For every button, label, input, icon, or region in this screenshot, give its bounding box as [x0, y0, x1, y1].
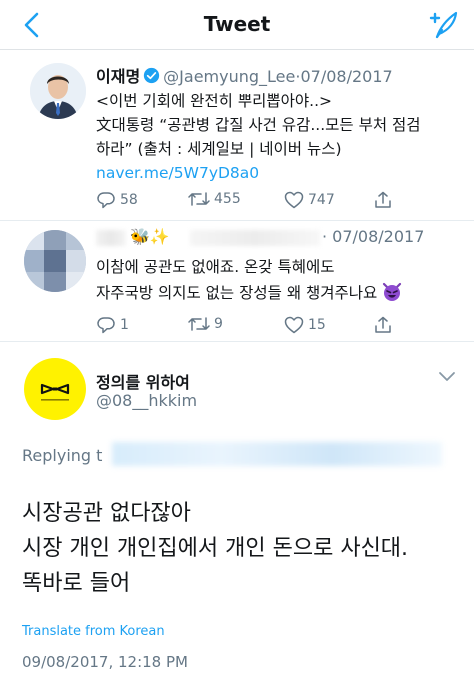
tweet-text-line: 시장공관 없다잖아 [22, 501, 191, 526]
header-bar: Tweet [0, 0, 474, 50]
heart-icon [284, 191, 304, 209]
reply-count: 58 [120, 192, 138, 208]
bowtie-logo-icon [40, 383, 70, 401]
tweet-text-line: 이참에 공관도 없애죠. 온갖 특혜에도 [96, 258, 335, 276]
avatar[interactable] [24, 358, 86, 420]
share-icon [375, 191, 391, 208]
retweet-button[interactable]: 9 [188, 316, 223, 332]
reply-button[interactable]: 58 [96, 191, 138, 209]
quoted-tweet-header: 이재명 @Jaemyung_Lee·07/08/2017 [96, 63, 466, 87]
tweet-text-line: 자주국방 의지도 없는 장성들 왜 챙겨주나요 [96, 280, 466, 306]
avatar[interactable] [24, 230, 86, 292]
blurred-user-name [96, 230, 126, 246]
like-button[interactable]: 15 [284, 316, 326, 334]
heart-icon [284, 316, 304, 334]
tweet-link[interactable]: naver.me/5W7yD8a0 [96, 161, 466, 185]
tweet-text-line: 시장 개인 개인집에서 개인 돈으로 사신대. [22, 536, 409, 561]
tweet-text-line-content: 자주국방 의지도 없는 장성들 왜 챙겨주나요 [96, 284, 378, 302]
share-button[interactable] [374, 316, 392, 334]
user-handle[interactable]: @Jaemyung_Lee [163, 67, 295, 86]
tweet-actions: 58 455 747 [96, 191, 396, 215]
page-title: Tweet [203, 12, 271, 36]
reply-tweet[interactable]: 🐝✨ · 07/08/2017 이참에 공관도 없애죠. 온갖 특혜에도 자주국… [0, 222, 474, 342]
like-count: 747 [308, 192, 335, 208]
blurred-user-handle [190, 230, 320, 246]
user-name[interactable]: 이재명 [96, 67, 140, 86]
chevron-down-icon[interactable] [438, 371, 456, 383]
smiling-devil-emoji-icon [383, 282, 402, 301]
retweet-count: 9 [214, 316, 223, 332]
replying-to-label: Replying t [22, 446, 103, 465]
retweet-button[interactable]: 455 [188, 191, 241, 207]
like-button[interactable]: 747 [284, 191, 335, 209]
tweet-text: <이번 기회에 완전히 뿌리뽑아야..> 文대통령 “공관병 갑질 사건 유감.… [96, 89, 466, 185]
tweet-text-line: 하라” (출처 : 세계일보 | 네이버 뉴스) [96, 140, 342, 158]
tweet-text-line: 文대통령 “공관병 갑질 사건 유감...모든 부처 점검 [96, 116, 421, 134]
retweet-icon [188, 192, 210, 206]
retweet-icon [188, 317, 210, 331]
profile-photo-icon [30, 63, 86, 119]
main-tweet-text: 시장공관 없다잖아 시장 개인 개인집에서 개인 돈으로 사신대. 똑바로 들어 [22, 496, 462, 601]
user-name[interactable]: 정의를 위하여 [96, 369, 190, 393]
share-button[interactable] [374, 191, 392, 209]
tweet-text-line: 똑바로 들어 [22, 571, 131, 596]
tweet-date: 07/08/2017 [300, 67, 393, 86]
quoted-tweet[interactable]: 이재명 @Jaemyung_Lee·07/08/2017 <이번 기회에 완전히 … [0, 51, 474, 221]
tweet-actions: 1 9 15 [96, 316, 396, 340]
like-count: 15 [308, 317, 326, 333]
reply-icon [97, 192, 115, 209]
user-handle[interactable]: @08__hkkim [96, 391, 197, 410]
pixelated-avatar-icon [24, 230, 86, 292]
share-icon [375, 316, 391, 333]
avatar[interactable] [30, 63, 86, 119]
reply-button[interactable]: 1 [96, 316, 129, 334]
tweet-date: · 07/08/2017 [322, 227, 425, 246]
blurred-reply-handles[interactable] [112, 442, 442, 466]
tweet-text: 이참에 공관도 없애죠. 온갖 특혜에도 자주국방 의지도 없는 장성들 왜 챙… [96, 254, 466, 306]
reply-count: 1 [120, 317, 129, 333]
tweet-timestamp: 09/08/2017, 12:18 PM [22, 653, 188, 671]
compose-tweet-icon[interactable] [426, 8, 460, 42]
tweet-text-line: <이번 기회에 완전히 뿌리뽑아야..> [96, 92, 332, 110]
verified-badge-icon [144, 67, 160, 84]
bee-sparkle-emoji: 🐝✨ [130, 227, 170, 246]
reply-icon [97, 317, 115, 334]
translate-link[interactable]: Translate from Korean [22, 624, 165, 639]
retweet-count: 455 [214, 191, 241, 207]
